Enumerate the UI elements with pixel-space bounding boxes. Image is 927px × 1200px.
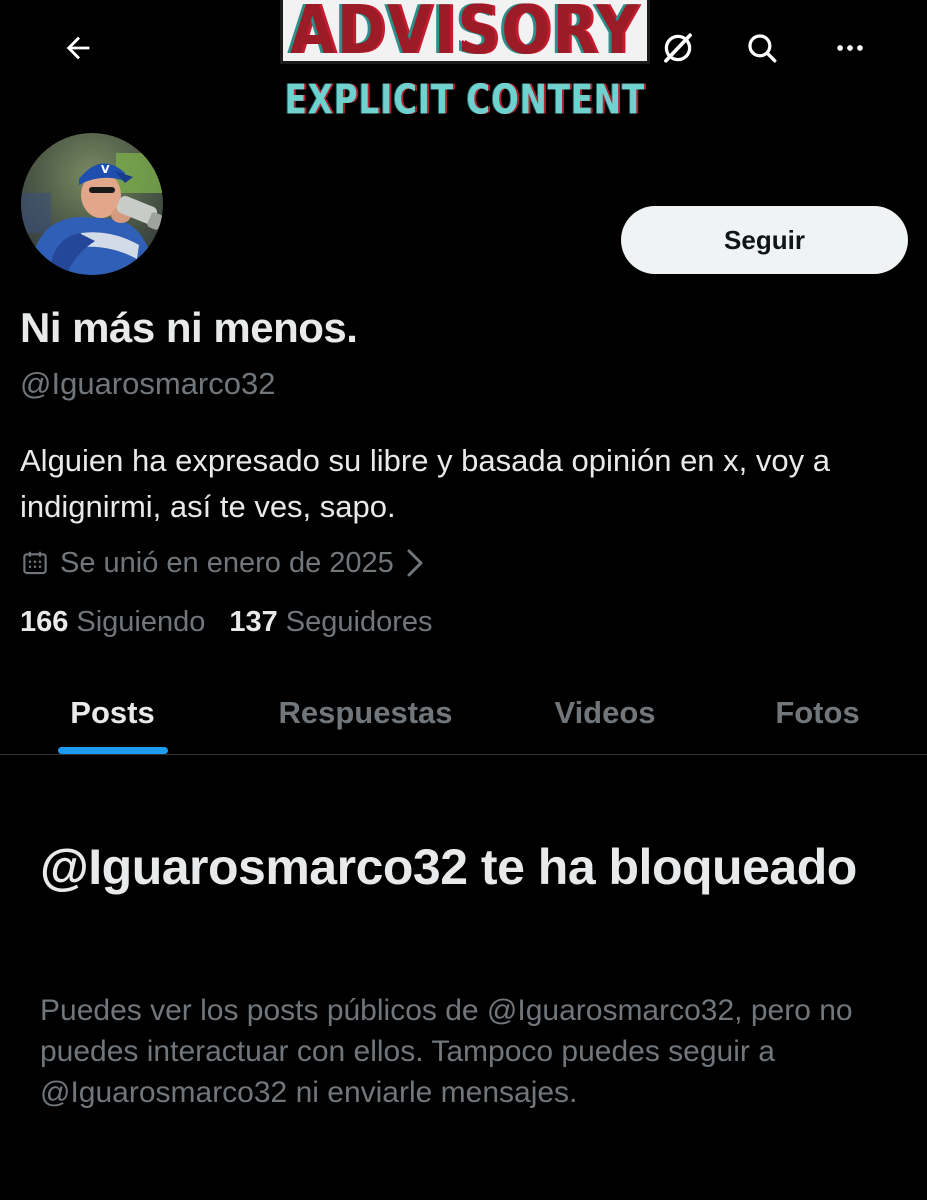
calendar-icon — [20, 548, 50, 578]
followers-stat[interactable]: 137 Seguidores — [229, 606, 432, 639]
display-name: Ni más ni menos. — [20, 304, 358, 351]
grok-icon — [661, 31, 695, 65]
search-icon — [745, 31, 779, 65]
tab-videos[interactable]: Videos — [520, 672, 690, 754]
following-count: 166 — [20, 606, 69, 638]
blocked-description: Puedes ver los posts públicos de @Iguaro… — [40, 994, 853, 1109]
tab-replies[interactable]: Respuestas — [248, 672, 483, 754]
arrow-left-icon — [61, 31, 95, 65]
active-tab-indicator — [58, 747, 168, 754]
svg-text:V: V — [101, 163, 110, 176]
advisory-text: ADVISORY — [289, 0, 641, 70]
search-button[interactable] — [736, 22, 788, 74]
back-button[interactable] — [52, 22, 104, 74]
profile-stats: 166 Siguiendo 137 Seguidores — [20, 606, 433, 639]
following-label: Siguiendo — [76, 606, 206, 638]
tab-posts[interactable]: Posts — [20, 672, 205, 754]
chevron-right-icon — [404, 548, 426, 578]
avatar[interactable]: V — [18, 130, 166, 278]
grok-button[interactable] — [652, 22, 704, 74]
profile-bio: Alguien ha expresado su libre y basada o… — [20, 443, 830, 524]
more-button[interactable] — [824, 22, 876, 74]
joined-text: Se unió en enero de 2025 — [60, 546, 394, 579]
blocked-title: @Iguarosmarco32 te ha bloqueado — [40, 839, 857, 895]
profile-tabs: Posts Respuestas Videos Fotos — [0, 672, 927, 755]
profile-handle: @Iguarosmarco32 — [20, 366, 276, 401]
joined-date[interactable]: Se unió en enero de 2025 — [20, 543, 426, 583]
explicit-content-text: EXPLICIT CONTENT — [284, 76, 646, 125]
followers-label: Seguidores — [285, 606, 433, 638]
followers-count: 137 — [229, 606, 278, 638]
tab-photos[interactable]: Fotos — [735, 672, 900, 754]
avatar-image: V — [21, 133, 163, 275]
follow-button[interactable]: Seguir — [621, 206, 908, 274]
more-horizontal-icon — [833, 31, 867, 65]
following-stat[interactable]: 166 Siguiendo — [20, 606, 205, 639]
advisory-label: ADVISORY — [280, 0, 650, 64]
